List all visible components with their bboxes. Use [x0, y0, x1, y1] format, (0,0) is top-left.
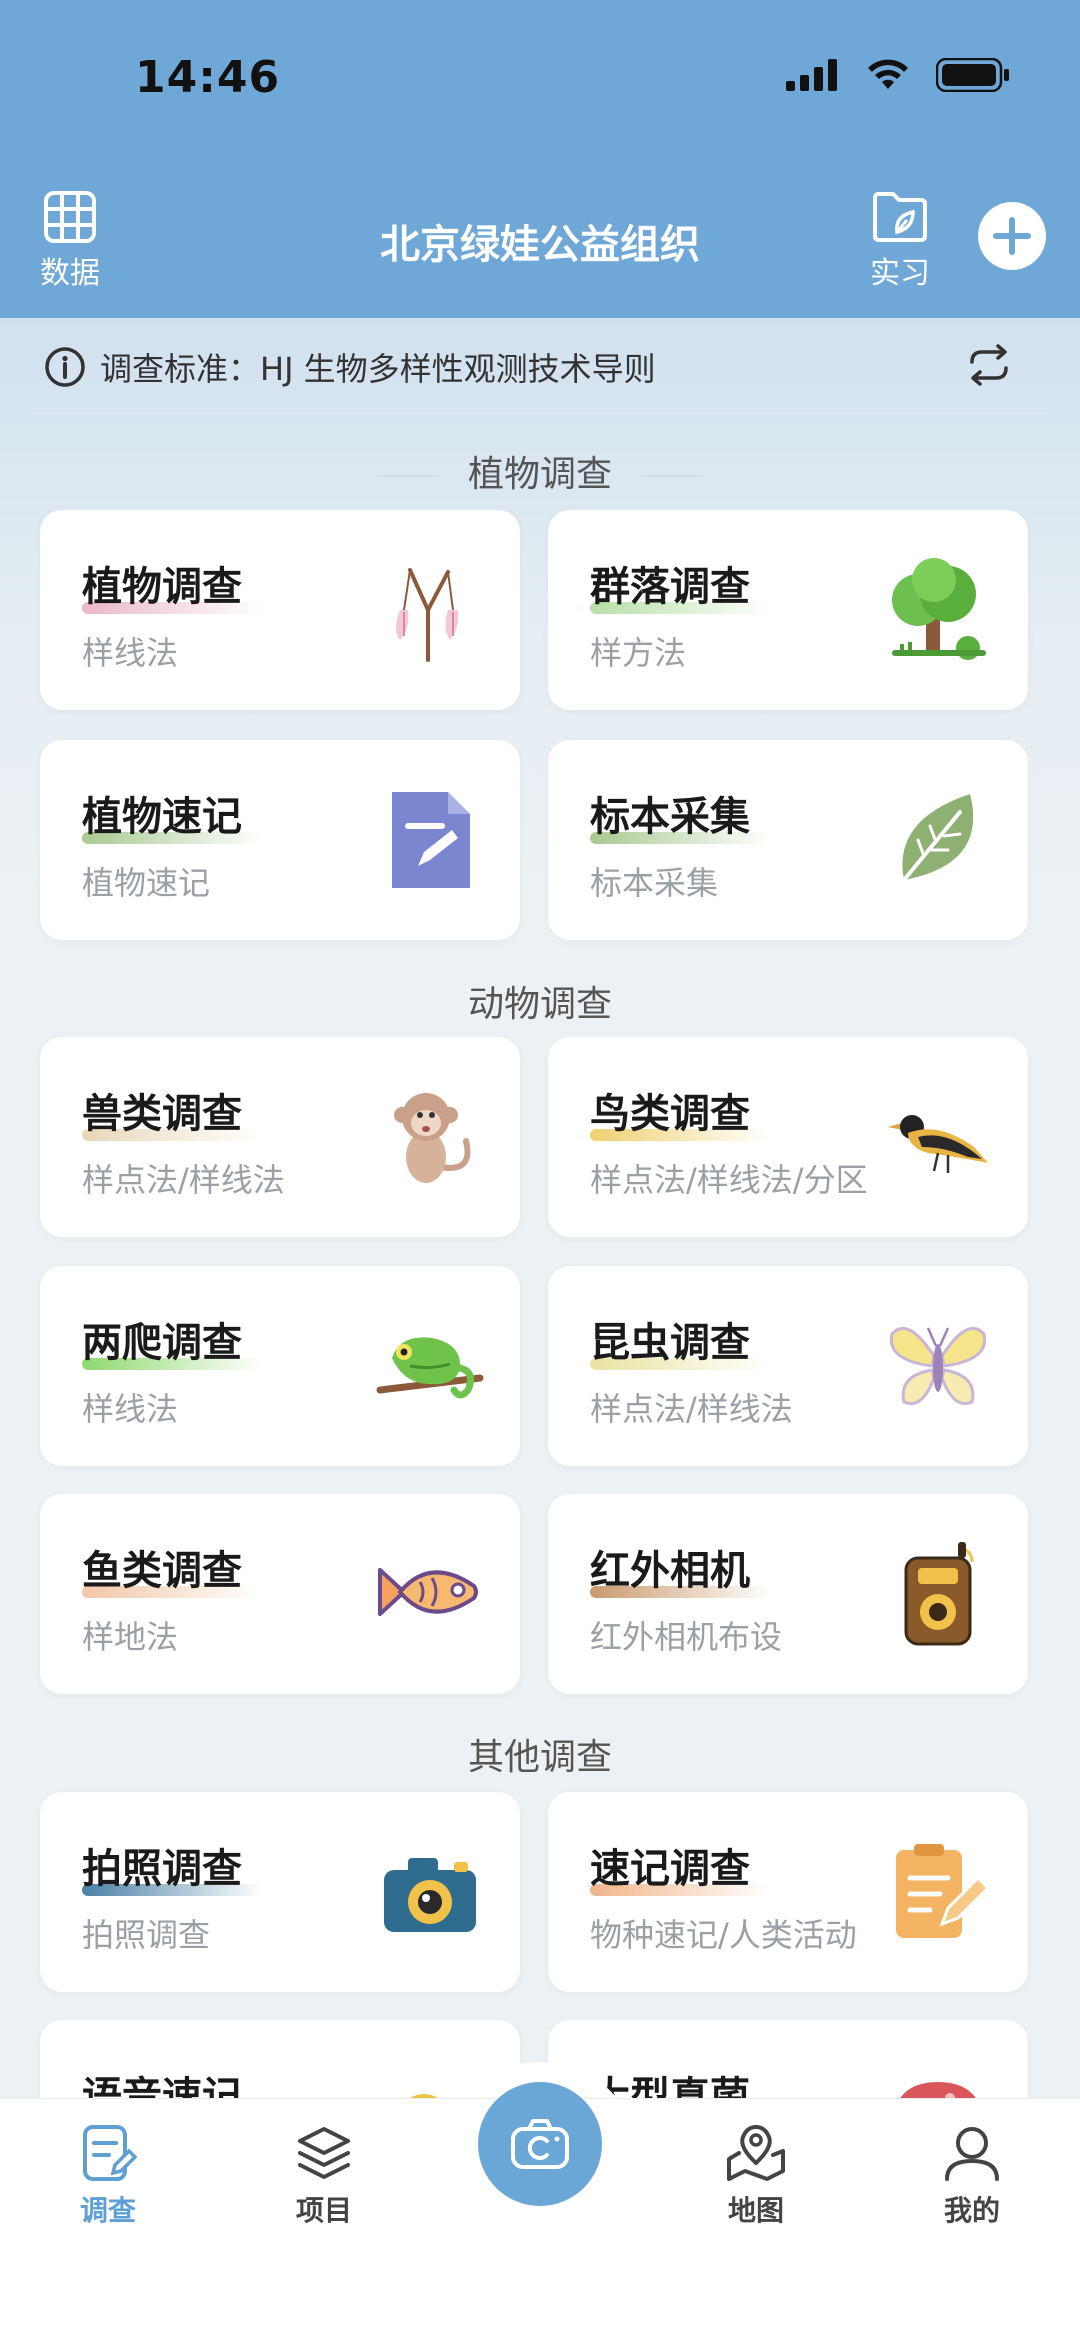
leaf-icon — [902, 794, 974, 882]
section-title-text: 植物调查 — [467, 454, 612, 495]
card-subtitle: 样点法/样线法 — [590, 1390, 793, 1428]
bird-icon — [888, 1115, 988, 1173]
trail-camera-icon — [904, 1542, 974, 1646]
card-quicknote-survey[interactable]: 速记调查 物种速记/人类活动 — [548, 1792, 1028, 1992]
section-title-other: 其他调查 — [0, 1728, 1080, 1780]
document-edit-icon — [392, 792, 470, 888]
card-subtitle: 样点法/样线法/分区 — [590, 1161, 868, 1199]
section-line-right — [642, 475, 702, 477]
card-title: 兽类调查 — [82, 1091, 242, 1137]
tab-map[interactable]: 地图 — [696, 2123, 816, 2229]
chameleon-icon — [376, 1337, 484, 1399]
card-specimen-collection[interactable]: 标本采集 标本采集 — [548, 740, 1028, 940]
card-subtitle: 样方法 — [590, 634, 687, 672]
card-subtitle: 拍照调查 — [82, 1916, 211, 1954]
card-title: 昆虫调查 — [590, 1320, 750, 1366]
tab-label: 我的 — [943, 2194, 1000, 2227]
card-title: 植物调查 — [82, 564, 242, 610]
survey-icon — [83, 2125, 137, 2181]
tab-label: 地图 — [727, 2194, 784, 2227]
card-herp-survey[interactable]: 两爬调查 样线法 — [40, 1266, 520, 1466]
monkey-icon — [394, 1093, 471, 1183]
tab-label: 调查 — [79, 2194, 136, 2227]
card-mammal-survey[interactable]: 兽类调查 样点法/样线法 — [40, 1037, 520, 1237]
card-subtitle: 样点法/样线法 — [82, 1161, 285, 1199]
card-subtitle: 物种速记/人类活动 — [590, 1916, 857, 1954]
flower-icon — [396, 568, 459, 662]
map-pin-icon — [727, 2125, 785, 2181]
tab-profile[interactable]: 我的 — [912, 2123, 1032, 2229]
card-subtitle: 红外相机布设 — [590, 1618, 783, 1656]
camera-capture-button[interactable] — [478, 2082, 602, 2206]
card-title: 红外相机 — [590, 1548, 750, 1594]
card-title: 速记调查 — [590, 1846, 750, 1892]
card-infrared-camera[interactable]: 红外相机 红外相机布设 — [548, 1494, 1028, 1694]
tab-label: 项目 — [295, 2194, 352, 2227]
card-subtitle: 标本采集 — [590, 864, 719, 902]
card-bird-survey[interactable]: 鸟类调查 样点法/样线法/分区 — [548, 1037, 1028, 1237]
card-subtitle: 样线法 — [82, 1390, 179, 1428]
user-icon — [945, 2127, 999, 2181]
card-community-survey[interactable]: 群落调查 样方法 — [548, 510, 1028, 710]
section-title-text: 动物调查 — [467, 984, 612, 1025]
section-line-left — [377, 475, 438, 477]
card-photo-survey[interactable]: 拍照调查 拍照调查 — [40, 1792, 520, 1992]
card-plant-survey[interactable]: 植物调查 样线法 — [40, 510, 520, 710]
tree-icon — [892, 558, 986, 660]
card-insect-survey[interactable]: 昆虫调查 样点法/样线法 — [548, 1266, 1028, 1466]
card-subtitle: 样线法 — [82, 634, 179, 672]
card-title: 群落调查 — [590, 564, 750, 610]
card-title: 鱼类调查 — [82, 1548, 242, 1594]
camera-icon — [384, 1858, 476, 1932]
card-fish-survey[interactable]: 鱼类调查 样地法 — [40, 1494, 520, 1694]
card-subtitle: 样地法 — [82, 1618, 179, 1656]
card-title: 两爬调查 — [82, 1320, 242, 1366]
layers-icon — [298, 2127, 350, 2179]
section-title-animals: 动物调查 — [0, 975, 1080, 1027]
section-title-plants: 植物调查 — [0, 445, 1080, 497]
butterfly-icon — [889, 1327, 987, 1405]
tab-survey[interactable]: 调查 — [48, 2123, 168, 2229]
fish-icon — [378, 1568, 478, 1616]
survey-grid: 植物调查 植物调查 样线法 群落调查 样方法 植物速记 植物速记 标本采集 标本… — [0, 0, 1080, 2341]
camera-capture-icon — [511, 2119, 569, 2169]
card-title: 鸟类调查 — [590, 1091, 750, 1137]
notes-pen-icon — [896, 1844, 991, 1938]
section-title-text: 其他调查 — [467, 1737, 612, 1778]
card-subtitle: 植物速记 — [82, 864, 211, 902]
tab-projects[interactable]: 项目 — [264, 2123, 384, 2229]
card-title: 拍照调查 — [82, 1846, 242, 1892]
card-title: 植物速记 — [82, 794, 242, 840]
card-plant-quicknote[interactable]: 植物速记 植物速记 — [40, 740, 520, 940]
card-title: 标本采集 — [590, 794, 750, 840]
